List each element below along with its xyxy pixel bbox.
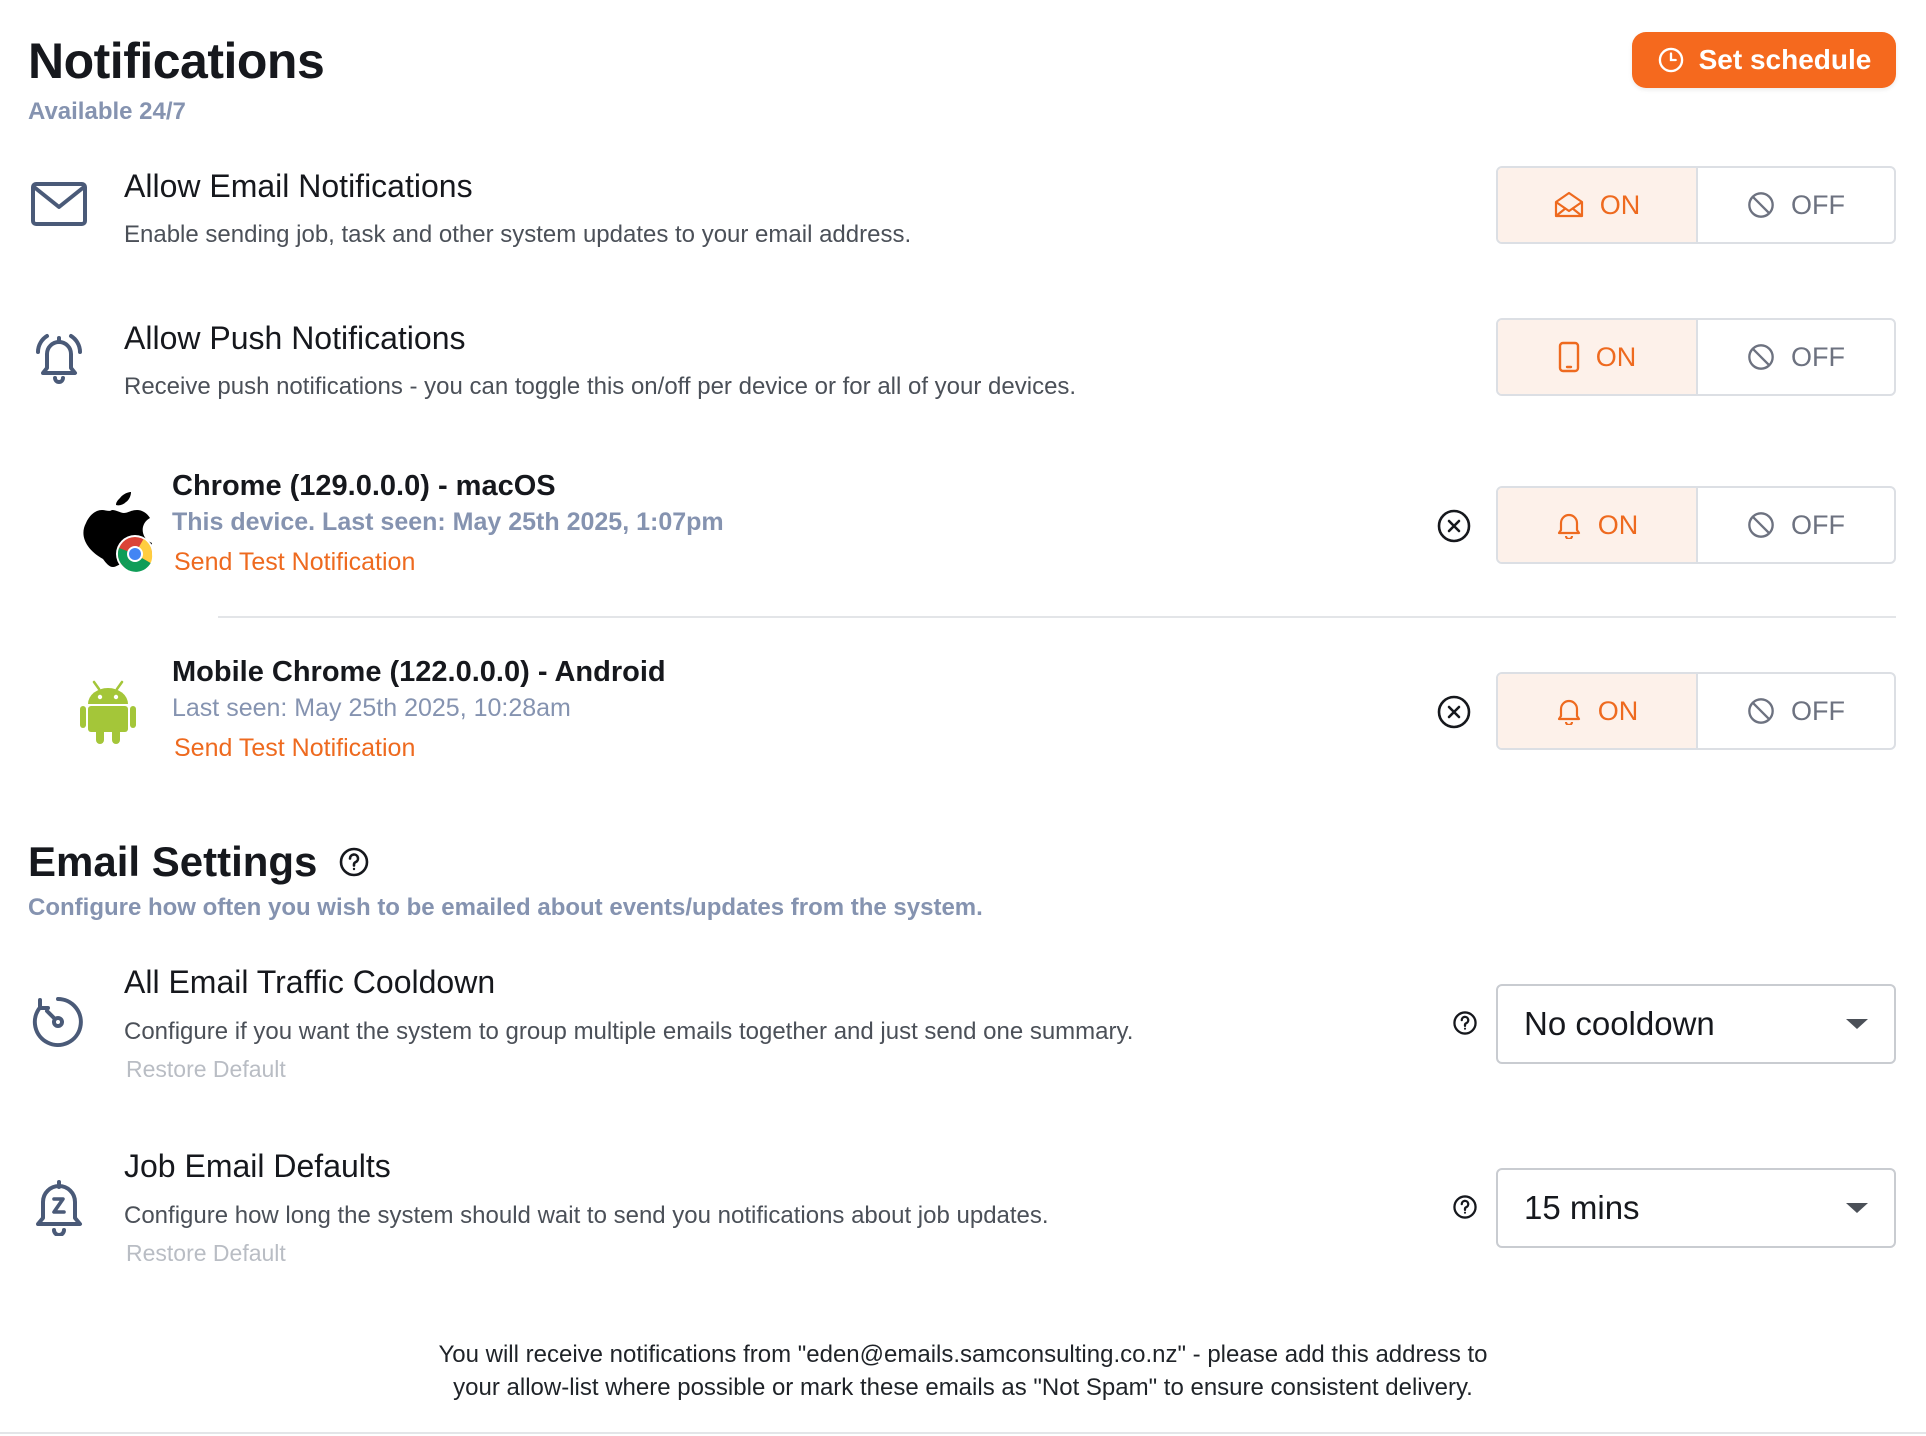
email-notifications-description: Enable sending job, task and other syste…: [124, 221, 912, 248]
cooldown-select-value: No cooldown: [1524, 1005, 1715, 1042]
job-email-select-value: 15 mins: [1524, 1189, 1640, 1226]
job-email-select[interactable]: 15 mins: [1496, 1168, 1896, 1248]
device-off-label: OFF: [1791, 509, 1845, 540]
restore-default-link[interactable]: Restore Default: [126, 1056, 286, 1083]
footer-divider: [0, 1432, 1926, 1434]
email-settings-subtitle: Configure how often you wish to be email…: [28, 894, 983, 921]
ban-icon: [1748, 512, 1774, 538]
email-settings-title: Email Settings: [28, 838, 318, 885]
ban-icon: [1748, 698, 1774, 724]
push-notifications-description: Receive push notifications - you can tog…: [124, 373, 1077, 400]
device-name: Mobile Chrome (122.0.0.0) - Android: [172, 656, 666, 688]
device-off-button[interactable]: OFF: [1698, 674, 1894, 748]
chevron-down-icon: [1846, 1019, 1868, 1029]
email-off-button[interactable]: OFF: [1698, 168, 1894, 242]
apple-chrome-icon: [83, 492, 154, 573]
ringing-bell-icon: [36, 334, 82, 384]
job-email-title: Job Email Defaults: [124, 1148, 391, 1184]
send-test-notification-link[interactable]: Send Test Notification: [174, 734, 415, 763]
android-icon: [80, 680, 136, 744]
help-circle-icon[interactable]: [1452, 1194, 1478, 1220]
push-off-button[interactable]: OFF: [1698, 320, 1894, 394]
footer-note-line: You will receive notifications from "ede…: [438, 1341, 1488, 1368]
page-subtitle: Available 24/7: [28, 98, 186, 125]
footer-note: You will receive notifications from "ede…: [330, 1338, 1596, 1404]
restore-default-link[interactable]: Restore Default: [126, 1240, 286, 1267]
device-status: This device. Last seen: May 25th 2025, 1…: [172, 508, 724, 536]
bell-icon: [1557, 699, 1580, 725]
device-divider: [218, 616, 1896, 618]
bell-timer-icon: [36, 1180, 82, 1236]
email-on-label: ON: [1599, 189, 1641, 220]
device-toggle: ON OFF: [1496, 486, 1896, 564]
cooldown-title: All Email Traffic Cooldown: [124, 964, 496, 1000]
push-on-button[interactable]: ON: [1498, 320, 1698, 394]
send-test-notification-link[interactable]: Send Test Notification: [174, 548, 415, 577]
footer-note-line: your allow-list where possible or mark t…: [453, 1374, 1473, 1401]
device-on-button[interactable]: ON: [1498, 674, 1698, 748]
job-email-description: Configure how long the system should wai…: [124, 1202, 1049, 1229]
push-notifications-toggle: ON OFF: [1496, 318, 1896, 396]
chevron-down-icon: [1846, 1203, 1868, 1213]
email-notifications-title: Allow Email Notifications: [124, 168, 473, 204]
push-off-label: OFF: [1791, 341, 1845, 372]
envelope-icon: [31, 182, 87, 226]
bell-icon: [1557, 513, 1580, 539]
push-notifications-title: Allow Push Notifications: [124, 320, 466, 356]
set-schedule-label: Set schedule: [1698, 44, 1872, 75]
device-off-button[interactable]: OFF: [1698, 488, 1894, 562]
email-off-label: OFF: [1791, 189, 1845, 220]
device-on-button[interactable]: ON: [1498, 488, 1698, 562]
device-on-label: ON: [1597, 695, 1639, 726]
email-notifications-toggle: ON OFF: [1496, 166, 1896, 244]
ban-icon: [1748, 344, 1774, 370]
set-schedule-button[interactable]: Set schedule: [1632, 32, 1896, 88]
device-off-label: OFF: [1791, 695, 1845, 726]
push-on-label: ON: [1595, 341, 1637, 372]
cooldown-description: Configure if you want the system to grou…: [124, 1018, 1134, 1045]
device-on-label: ON: [1597, 509, 1639, 540]
page-title: Notifications: [28, 33, 325, 89]
remove-device-icon[interactable]: [1436, 508, 1472, 544]
device-name: Chrome (129.0.0.0) - macOS: [172, 470, 556, 502]
help-circle-icon[interactable]: [1452, 1010, 1478, 1036]
mobile-phone-icon: [1558, 341, 1579, 373]
help-circle-icon[interactable]: [338, 846, 370, 878]
email-on-button[interactable]: ON: [1498, 168, 1698, 242]
remove-device-icon[interactable]: [1436, 694, 1472, 730]
clock-icon: [1658, 47, 1683, 73]
cooldown-clock-icon: [32, 997, 83, 1047]
cooldown-select[interactable]: No cooldown: [1496, 984, 1896, 1064]
device-status: Last seen: May 25th 2025, 10:28am: [172, 694, 571, 722]
open-envelope-icon: [1554, 191, 1583, 218]
ban-icon: [1748, 192, 1774, 218]
device-toggle: ON OFF: [1496, 672, 1896, 750]
